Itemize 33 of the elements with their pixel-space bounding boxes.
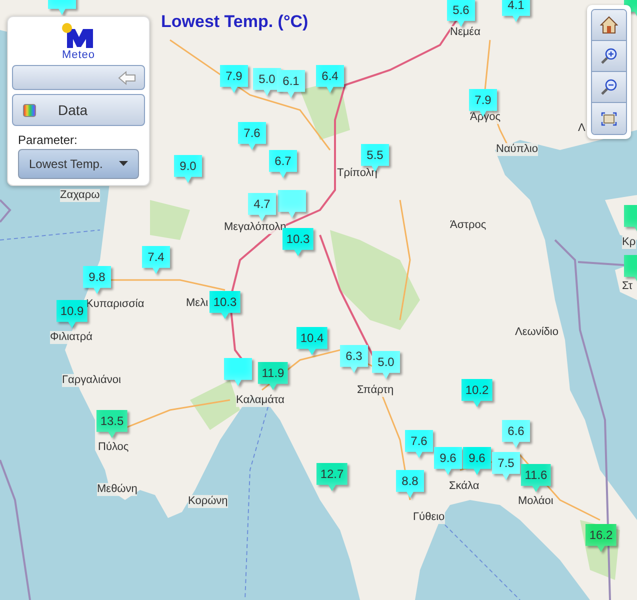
place-label: Νεμέα xyxy=(450,26,480,39)
place-label: Γαργαλιάνοι xyxy=(62,374,121,387)
logo-text: Meteo xyxy=(62,49,96,61)
parameter-select[interactable]: Lowest Temp. xyxy=(18,148,139,179)
arrow-left-icon xyxy=(118,70,136,85)
map-title: Lowest Temp. (°C) xyxy=(161,12,308,31)
place-label: Σπάρτη xyxy=(357,384,394,397)
house-icon xyxy=(600,16,618,34)
full-extent-button[interactable] xyxy=(592,103,626,134)
place-label: Γύθειο xyxy=(413,511,445,524)
place-label: Καλαμάτα xyxy=(236,394,285,407)
collapse-button[interactable] xyxy=(12,65,145,90)
extent-icon xyxy=(601,112,617,126)
data-button[interactable]: Data xyxy=(12,94,145,126)
place-label: Κρ xyxy=(622,236,636,249)
place-label: Μεγαλόπολη xyxy=(224,221,286,234)
place-label: Μεθώνη xyxy=(97,483,138,496)
place-label: Ναύπλιο xyxy=(496,143,538,156)
zoom-out-button[interactable] xyxy=(592,72,626,103)
temperature-marker[interactable]: 10.9 xyxy=(56,300,88,328)
zoom-in-icon xyxy=(600,47,618,65)
parameter-label: Parameter: xyxy=(18,132,78,147)
color-scale-icon xyxy=(23,104,36,117)
place-label: Φιλιατρά xyxy=(50,331,92,344)
place-label: Ζαχαρω xyxy=(60,189,100,202)
zoom-out-icon xyxy=(600,78,618,96)
place-label: Πύλος xyxy=(98,441,129,454)
place-label: Τρίπολη xyxy=(337,167,378,180)
place-label: Κορώνη xyxy=(188,495,228,508)
caret-icon xyxy=(119,161,128,166)
zoom-in-button[interactable] xyxy=(592,41,626,72)
place-label: Άστρος xyxy=(450,219,486,232)
home-button[interactable] xyxy=(592,10,626,41)
